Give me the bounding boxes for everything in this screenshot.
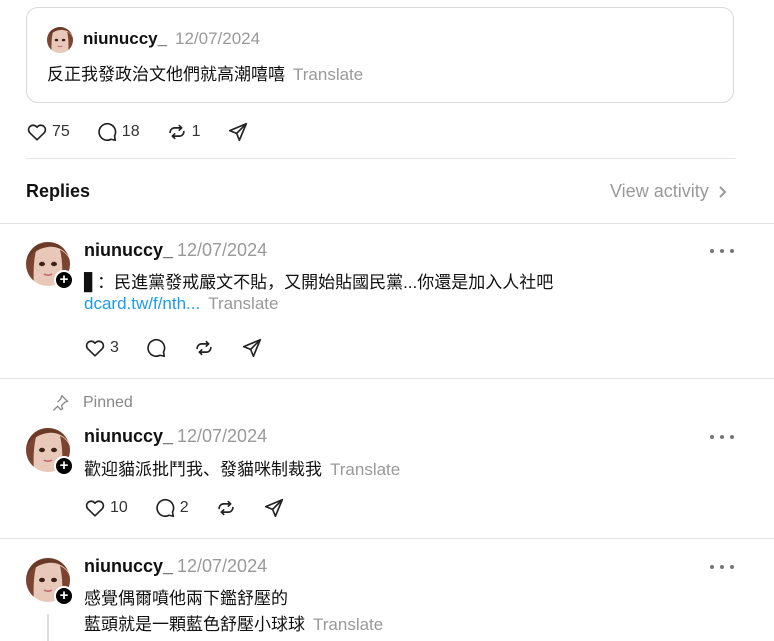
avatar[interactable] [47,27,73,53]
repost-count: 1 [191,123,201,140]
reply-body: 歡迎貓派批鬥我、發貓咪制裁我 [84,460,322,479]
reply-text: ▋：民進黨發戒嚴文不貼，又開始貼國民黨...你還是加入人社吧 [84,273,554,292]
reply-link-line: dcard.tw/f/nth... Translate [84,294,278,314]
comment-button[interactable] [145,337,167,359]
like-count: 3 [110,339,119,356]
reply-actions: 3 [84,336,289,360]
post-date: 12/07/2024 [177,556,268,576]
pinned-label: Pinned [83,394,133,411]
follow-plus-icon[interactable]: + [54,270,74,290]
post-text: 反正我發政治文他們就高潮嘻嘻 Translate [47,60,363,85]
translate-link[interactable]: Translate [208,294,278,313]
comment-count: 2 [179,499,189,516]
quoted-post-card[interactable]: niunuccy_ 12/07/2024 反正我發政治文他們就高潮嘻嘻 Trans… [26,7,734,103]
like-button[interactable]: 10 [84,497,128,519]
comment-button[interactable]: 18 [96,121,140,143]
divider [0,538,774,539]
reply-avatar[interactable]: + [26,428,74,476]
repost-icon [193,337,215,359]
thread-line [47,614,49,641]
avatar-image [47,27,73,53]
post-date: 12/07/2024 [177,426,268,446]
more-button[interactable] [710,562,734,572]
replies-title: Replies [26,181,91,201]
reply-avatar[interactable]: + [26,242,74,290]
post-date: 12/07/2024 [175,29,261,48]
external-link[interactable]: dcard.tw/f/nth... [84,294,200,313]
share-icon [241,337,263,359]
share-button[interactable] [263,497,285,519]
reply-avatar[interactable]: + [26,558,74,606]
reply-text-line: 感覺偶爾噴他兩下鑑舒壓的 [84,589,288,608]
follow-plus-icon[interactable]: + [54,586,74,606]
chevron-right-icon [718,185,727,198]
pinned-indicator: Pinned [50,393,133,413]
heart-icon [84,337,106,359]
repost-icon [166,121,188,143]
comment-icon [145,337,167,359]
pin-icon [52,395,69,411]
more-button[interactable] [710,246,734,256]
share-button[interactable] [241,337,263,359]
heart-icon [84,497,106,519]
reply-text-line: 藍頭就是一顆藍色舒壓小球球 Translate [84,610,383,635]
divider [26,158,735,159]
post-date: 12/07/2024 [177,240,268,260]
repost-button[interactable] [215,497,237,519]
reply-body: 藍頭就是一顆藍色舒壓小球球 [84,615,305,634]
like-button[interactable]: 3 [84,337,119,359]
divider [0,378,774,379]
reply-actions: 10 2 [84,496,311,520]
post-actions: 75 18 1 [26,120,275,144]
repost-button[interactable] [193,337,215,359]
repost-icon [215,497,237,519]
translate-link[interactable]: Translate [293,65,363,84]
share-icon [227,121,249,143]
share-button[interactable] [227,121,249,143]
view-activity-label: View activity [610,181,709,201]
username[interactable]: niunuccy_ [84,556,173,577]
follow-plus-icon[interactable]: + [54,456,74,476]
username[interactable]: niunuccy_ [83,29,167,49]
like-count: 10 [110,499,128,516]
post-body: 反正我發政治文他們就高潮嘻嘻 [47,65,285,84]
like-button[interactable]: 75 [26,121,70,143]
view-activity-link[interactable]: View activity [610,181,729,202]
comment-button[interactable]: 2 [154,497,189,519]
share-icon [263,497,285,519]
username[interactable]: niunuccy_ [84,240,173,261]
divider [0,223,774,224]
like-count: 75 [52,123,70,140]
translate-link[interactable]: Translate [330,460,400,479]
username[interactable]: niunuccy_ [84,426,173,447]
comment-icon [154,497,176,519]
reply-text: 歡迎貓派批鬥我、發貓咪制裁我 Translate [84,455,400,480]
comment-count: 18 [121,123,140,140]
comment-icon [96,121,118,143]
repost-button[interactable]: 1 [166,121,201,143]
translate-link[interactable]: Translate [313,615,383,634]
heart-icon [26,121,48,143]
more-button[interactable] [710,432,734,442]
